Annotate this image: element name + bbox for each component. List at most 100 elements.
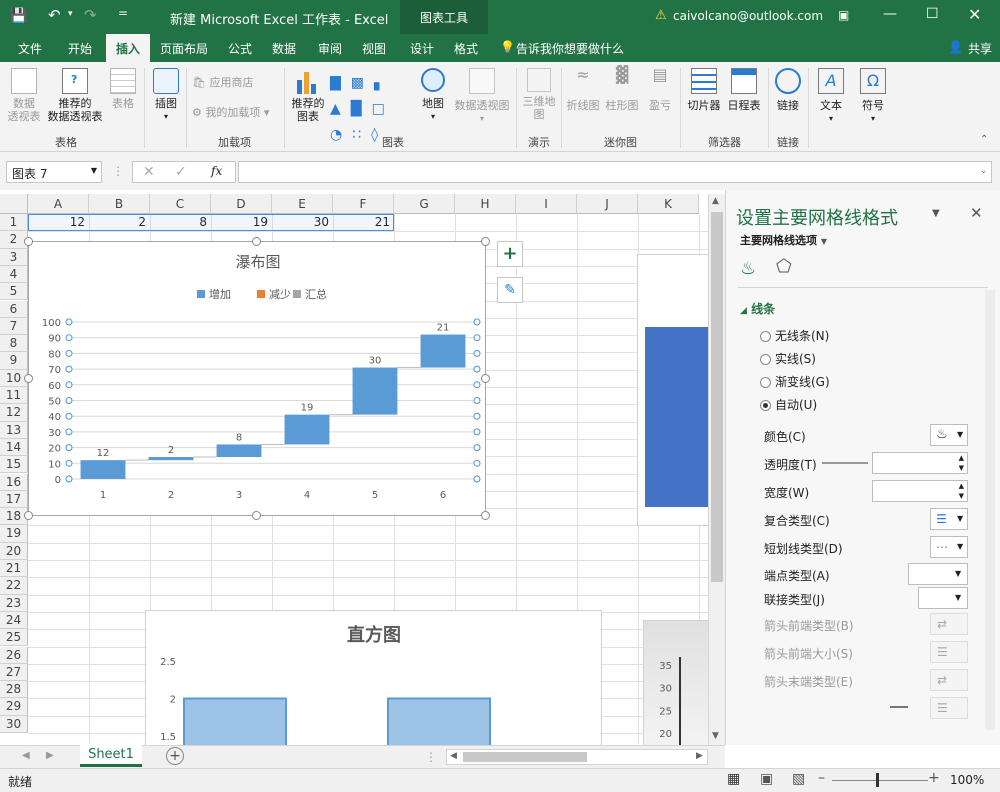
resize-handle-t[interactable] — [252, 237, 261, 246]
tab-split-icon[interactable]: ⋮ — [425, 750, 437, 764]
row-header-12[interactable]: 12 — [0, 404, 28, 422]
column-header-H[interactable]: H — [455, 194, 516, 214]
recommended-charts-button[interactable]: 推荐的 图表 — [288, 68, 328, 123]
scroll-up-icon[interactable]: ▲ — [712, 196, 719, 206]
line-chart-icon[interactable]: ▲ — [330, 101, 351, 117]
new-sheet-icon[interactable]: + — [166, 747, 184, 765]
next-sheet-icon[interactable]: ▶ — [46, 750, 54, 761]
resize-handle-l[interactable] — [24, 374, 33, 383]
row-header-21[interactable]: 21 — [0, 560, 28, 578]
sparkline-winloss-button[interactable]: ▤ 盈亏 — [646, 67, 674, 113]
formula-input[interactable]: ⌄ — [238, 161, 992, 183]
customize-qat-icon[interactable]: = — [118, 6, 128, 20]
tab-file[interactable]: 文件 — [18, 40, 42, 57]
tell-me-input[interactable]: 告诉我你想要做什么 — [516, 40, 624, 57]
row-header-27[interactable]: 27 — [0, 663, 28, 682]
fill-line-icon[interactable]: ♨ — [740, 258, 756, 279]
undo-dropdown-icon[interactable]: ▾ — [68, 9, 73, 19]
map-chart-button[interactable]: 地图 ▾ — [416, 68, 450, 123]
row-header-19[interactable]: 19 — [0, 525, 28, 543]
column-header-K[interactable]: K — [638, 194, 699, 214]
resize-handle-bl[interactable] — [24, 511, 33, 520]
scroll-thumb[interactable] — [711, 212, 723, 582]
column-header-E[interactable]: E — [272, 194, 333, 214]
select-all-corner[interactable] — [0, 194, 28, 214]
dash-type-dropdown[interactable]: ⋯ ▼ — [930, 536, 968, 558]
save-icon[interactable]: 💾 — [10, 8, 27, 24]
waterfall-chart[interactable]: 瀑布图 增加 减少 汇总 0 10 20 30 40 50 60 70 80 90 100 12 1 2 2 8 3 19… — [28, 241, 486, 516]
account-email[interactable]: caivolcano@outlook.com — [673, 9, 823, 23]
enter-icon[interactable]: ✓ — [175, 164, 187, 180]
row-header-3[interactable]: 3 — [0, 248, 28, 266]
column-header-B[interactable]: B — [89, 194, 150, 214]
row-header-13[interactable]: 13 — [0, 421, 28, 439]
row-header-22[interactable]: 22 — [0, 577, 28, 595]
name-box[interactable]: 图表 7 ▼ — [6, 161, 102, 183]
minimize-icon[interactable]: — — [883, 6, 897, 22]
zoom-in-icon[interactable]: + — [928, 770, 940, 786]
spinner-arrows-icon[interactable]: ▲ ▼ — [959, 453, 964, 473]
row-header-20[interactable]: 20 — [0, 542, 28, 560]
tab-review[interactable]: 审阅 — [318, 40, 342, 57]
prev-sheet-icon[interactable]: ◀ — [22, 750, 30, 761]
text-button[interactable]: A 文本 ▾ — [814, 68, 848, 125]
recommended-pivot-button[interactable]: ? 推荐的 数据透视表 — [44, 68, 106, 123]
ribbon-display-icon[interactable]: ▣ — [838, 8, 849, 22]
chart-styles-button[interactable]: ✎ — [497, 277, 523, 303]
column-header-D[interactable]: D — [211, 194, 272, 214]
zoom-out-icon[interactable]: – — [818, 770, 825, 786]
radio-automatic[interactable]: 自动(U) — [760, 396, 817, 413]
zoom-level[interactable]: 100% — [950, 773, 984, 787]
pane-scrollbar[interactable] — [985, 290, 995, 730]
insert-function-icon[interactable]: fx — [211, 164, 222, 178]
compound-type-dropdown[interactable]: ☰ ▼ — [930, 508, 968, 530]
scroll-right-icon[interactable]: ▶ — [696, 751, 703, 761]
tab-view[interactable]: 视图 — [362, 40, 386, 57]
table-button[interactable]: 表格 — [108, 68, 138, 110]
column-header-G[interactable]: G — [394, 194, 455, 214]
radio-solid-line[interactable]: 实线(S) — [760, 350, 816, 367]
zoom-slider-thumb[interactable] — [876, 773, 879, 787]
row-header-4[interactable]: 4 — [0, 265, 28, 284]
store-button[interactable]: 🛍 应用商店 — [192, 76, 253, 89]
close-icon[interactable]: ✕ — [968, 5, 981, 24]
collapse-ribbon-icon[interactable]: ⌃ — [980, 134, 988, 145]
vertical-scrollbar[interactable]: ▲ ▼ — [708, 194, 725, 745]
resize-handle-b[interactable] — [252, 511, 261, 520]
sparkline-line-button[interactable]: ≈ 折线图 — [565, 67, 601, 113]
scatter-chart-icon[interactable]: ∷ — [352, 127, 371, 143]
radio-gradient-line[interactable]: 渐变线(G) — [760, 373, 830, 390]
cap-type-dropdown[interactable]: ▼ — [908, 563, 968, 585]
share-button[interactable]: 共享 — [968, 40, 992, 57]
hierarchy-chart-icon[interactable]: ▩ — [351, 75, 374, 91]
row-header-8[interactable]: 8 — [0, 335, 28, 353]
zoom-slider[interactable] — [832, 780, 928, 781]
worksheet-grid[interactable]: ABCDEFGHIJK 1 2 3 4 5 6 7 8 9 10 11 12 13 14 15 16 17 18 1… — [0, 190, 725, 745]
tab-data[interactable]: 数据 — [272, 40, 296, 57]
transparency-spinner[interactable]: ▲ ▼ — [872, 452, 968, 474]
row-header-15[interactable]: 15 — [0, 456, 28, 474]
hscroll-thumb[interactable] — [463, 752, 587, 762]
scroll-down-icon[interactable]: ▼ — [712, 731, 719, 741]
width-spinner-arrows-icon[interactable]: ▲ ▼ — [959, 481, 964, 501]
timeline-button[interactable]: 日程表 — [726, 68, 762, 112]
row-header-30[interactable]: 30 — [0, 715, 28, 733]
column-header-I[interactable]: I — [516, 194, 577, 214]
tab-format[interactable]: 格式 — [454, 40, 478, 57]
link-button[interactable]: 链接 — [772, 68, 804, 112]
expand-formula-icon[interactable]: ⌄ — [980, 166, 987, 175]
undo-icon[interactable]: ↶ — [48, 6, 61, 24]
row-header-16[interactable]: 16 — [0, 473, 28, 491]
pie-chart-icon[interactable]: ◔ — [330, 127, 352, 143]
maximize-icon[interactable]: ☐ — [926, 6, 939, 22]
resize-handle-tr[interactable] — [481, 237, 490, 246]
row-header-6[interactable]: 6 — [0, 300, 28, 318]
tab-page-layout[interactable]: 页面布局 — [160, 40, 208, 57]
pane-options-dropdown-icon[interactable]: ▼ — [932, 208, 940, 219]
row-header-29[interactable]: 29 — [0, 698, 28, 716]
3d-map-button[interactable]: 三维地 图 — [520, 68, 558, 121]
horizontal-scrollbar[interactable]: ◀ ▶ — [446, 749, 708, 765]
row-header-5[interactable]: 5 — [0, 283, 28, 301]
row-header-28[interactable]: 28 — [0, 681, 28, 699]
row-header-11[interactable]: 11 — [0, 387, 28, 405]
